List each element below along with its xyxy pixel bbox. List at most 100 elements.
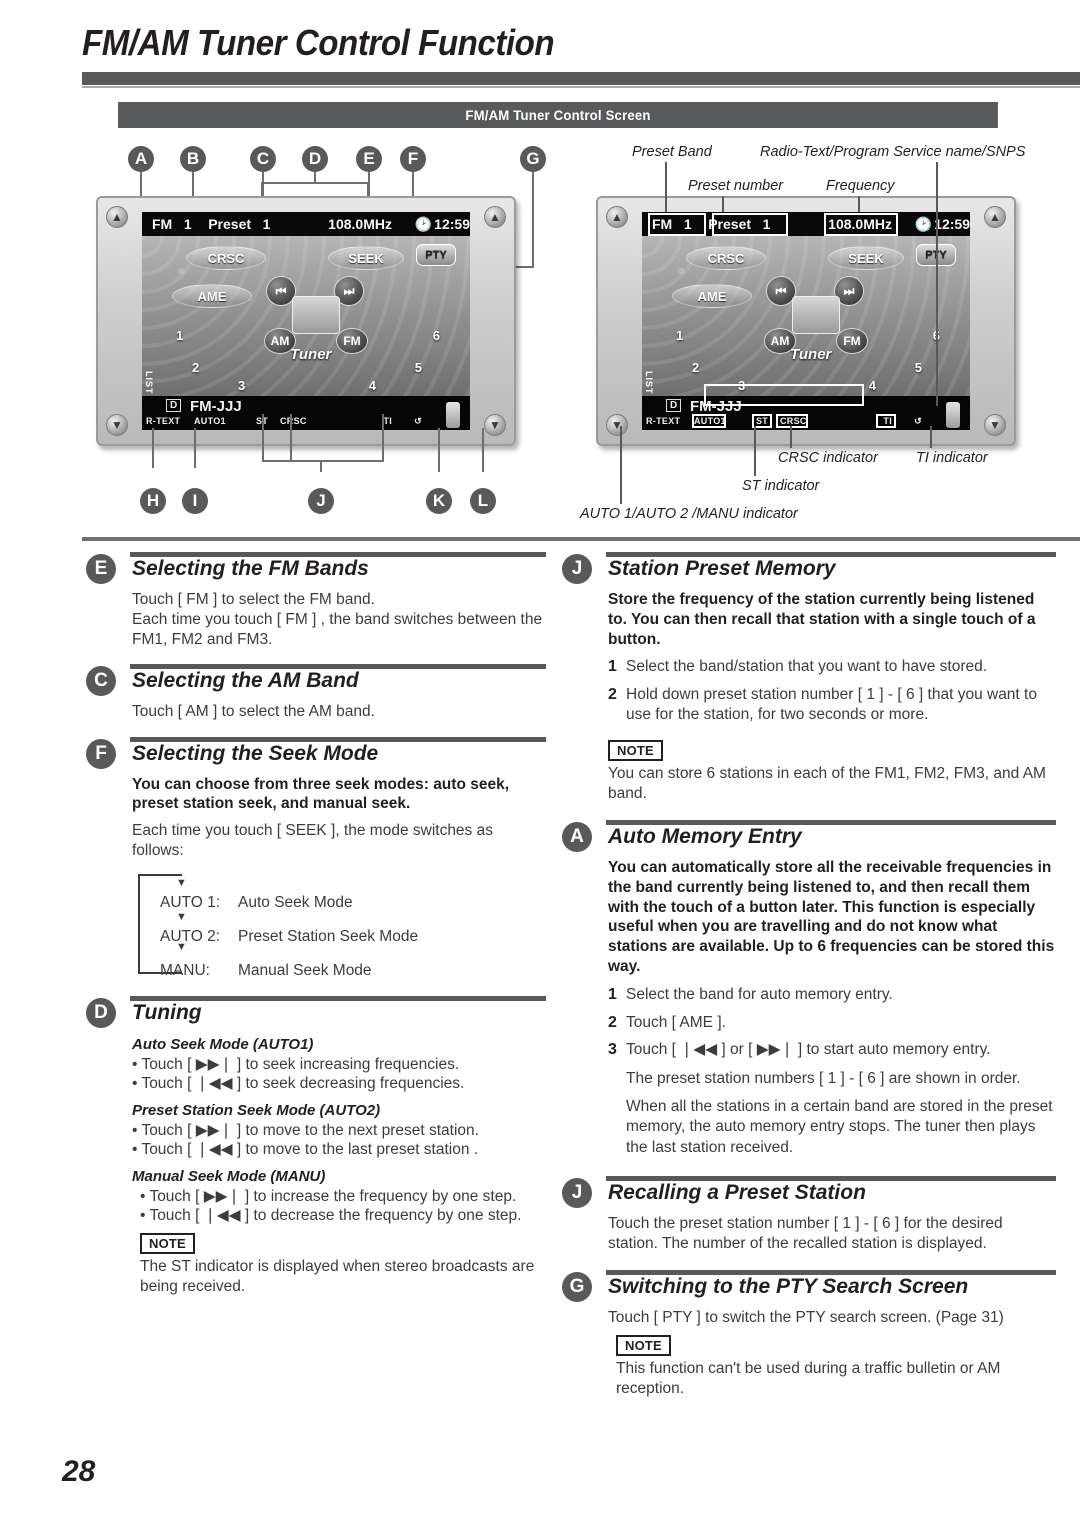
section-header: C Selecting the AM Band bbox=[86, 664, 546, 702]
paragraph: Each time you touch [ SEEK ], the mode s… bbox=[132, 822, 493, 860]
list-item-text: Touch [ ❘◀◀ ] to move to the last preset… bbox=[141, 1141, 479, 1159]
callout-a: A bbox=[128, 146, 154, 172]
paragraph: Touch the preset station number [ 1 ] - … bbox=[608, 1214, 1003, 1252]
seek-mode-flow-diagram: ▼ AUTO 1: Auto Seek Mode ▼ AUTO 2: Prese… bbox=[132, 873, 546, 979]
tuner-device-right: ▲ ▲ ▼ ▼ FM 1 Preset 1 108.0MHz 🕑 12:59 C… bbox=[596, 196, 1016, 446]
fm-button-r[interactable]: FM bbox=[836, 328, 868, 354]
flow-row: AUTO 1: Auto Seek Mode bbox=[138, 882, 546, 912]
preset-btn-6[interactable]: 6 bbox=[433, 328, 440, 343]
bezel-dn-right-icon-r[interactable]: ▼ bbox=[984, 414, 1006, 436]
section-header: J Station Preset Memory bbox=[562, 552, 1056, 590]
list-tab-r[interactable]: LIST bbox=[644, 371, 654, 395]
step-text: Select the band for auto memory entry. bbox=[626, 985, 893, 1003]
crsc-button-r[interactable]: CRSC bbox=[686, 246, 766, 270]
bezel-up-right-icon-r[interactable]: ▲ bbox=[984, 206, 1006, 228]
callout-d: D bbox=[302, 146, 328, 172]
preset-btn-1-r[interactable]: 1 bbox=[676, 328, 683, 343]
repeat-icon[interactable]: ↺ bbox=[414, 416, 422, 427]
leader-j1 bbox=[262, 414, 264, 462]
section-body: Touch [ PTY ] to switch the PTY search s… bbox=[562, 1308, 1056, 1399]
bullet-list: • Touch [ ▶▶❘ ] to increase the frequency… bbox=[132, 1187, 546, 1226]
leader-frequency bbox=[858, 196, 860, 212]
lcd-status-bar-left: FM 1 Preset 1 108.0MHz 🕑 12:59 bbox=[142, 212, 470, 236]
bold-intro: Store the frequency of the station curre… bbox=[608, 591, 1036, 648]
label-preset-band: Preset Band bbox=[632, 144, 712, 160]
leader-d-h bbox=[261, 182, 369, 184]
preset-btn-3[interactable]: 3 bbox=[238, 378, 245, 393]
paragraph: Each time you touch [ FM ] , the band sw… bbox=[132, 611, 543, 649]
preset-btn-4[interactable]: 4 bbox=[369, 378, 376, 393]
list-item: • Touch [ ❘◀◀ ] to decrease the frequency… bbox=[140, 1206, 546, 1226]
step-number: 1 bbox=[608, 985, 617, 1003]
station-name: FM-JJJ bbox=[190, 398, 242, 415]
bezel-dn-left-icon[interactable]: ▼ bbox=[106, 414, 128, 436]
preset-btn-1[interactable]: 1 bbox=[176, 328, 183, 343]
preset-btn-4-r[interactable]: 4 bbox=[869, 378, 876, 393]
section-title: Selecting the Seek Mode bbox=[132, 741, 379, 765]
section-header: G Switching to the PTY Search Screen bbox=[562, 1270, 1056, 1308]
list-item-text: Touch [ ▶▶❘ ] to seek increasing frequen… bbox=[141, 1055, 460, 1073]
step-number: 2 bbox=[608, 1013, 617, 1031]
paragraph: The preset station numbers [ 1 ] - [ 6 ]… bbox=[626, 1070, 1021, 1088]
section-tuning: D Tuning Auto Seek Mode (AUTO1) • Touch [… bbox=[86, 995, 546, 1297]
bezel-dn-left-icon-r[interactable]: ▼ bbox=[606, 414, 628, 436]
ame-button-r[interactable]: AME bbox=[672, 284, 752, 308]
section-title: Selecting the AM Band bbox=[132, 669, 359, 693]
seek-button[interactable]: SEEK bbox=[328, 246, 404, 270]
clock-readout: 12:59 bbox=[434, 216, 470, 232]
leader-j-stub bbox=[320, 460, 322, 472]
bezel-up-left-icon[interactable]: ▲ bbox=[106, 206, 128, 228]
auto-indicator: AUTO1 bbox=[194, 416, 226, 426]
bezel-up-right-icon[interactable]: ▲ bbox=[484, 206, 506, 228]
section-title: Recalling a Preset Station bbox=[608, 1180, 866, 1204]
repeat-icon-r[interactable]: ↺ bbox=[914, 416, 922, 427]
bezel-up-left-icon-r[interactable]: ▲ bbox=[606, 206, 628, 228]
page-title: FM/AM Tuner Control Function bbox=[82, 22, 555, 63]
note-text: You can store 6 stations in each of the … bbox=[608, 764, 1046, 802]
bullet-dot-icon: • bbox=[140, 1207, 146, 1225]
section-header: F Selecting the Seek Mode bbox=[86, 736, 546, 775]
fm-button[interactable]: FM bbox=[336, 328, 368, 354]
pencil-icon[interactable] bbox=[446, 402, 460, 428]
list-item: • Touch [ ❘◀◀ ] to seek decreasing freque… bbox=[132, 1074, 546, 1094]
preset-btn-2[interactable]: 2 bbox=[192, 360, 199, 375]
lcd-screen-left: FM 1 Preset 1 108.0MHz 🕑 12:59 CRSC SEEK… bbox=[142, 212, 470, 430]
hl-preset-band bbox=[648, 213, 706, 236]
list-tab[interactable]: LIST bbox=[144, 371, 154, 395]
disc-badge: D bbox=[166, 399, 182, 412]
list-item: 2 Touch [ AME ]. bbox=[608, 1013, 1056, 1034]
preset-btn-2-r[interactable]: 2 bbox=[692, 360, 699, 375]
crsc-indicator: CRSC bbox=[280, 416, 307, 426]
bold-intro: You can automatically store all the rece… bbox=[608, 858, 1055, 975]
section-title: Tuning bbox=[132, 1000, 202, 1024]
section-header: D Tuning bbox=[86, 995, 546, 1034]
flow-value: Preset Station Seek Mode bbox=[238, 927, 419, 945]
pencil-icon-r[interactable] bbox=[946, 402, 960, 428]
page-number: 28 bbox=[62, 1455, 96, 1488]
note-text: This function can't be used during a tra… bbox=[616, 1360, 1001, 1398]
section-selecting-fm-bands: E Selecting the FM Bands Touch [ FM ] to… bbox=[86, 552, 546, 650]
section-switching-pty-search: G Switching to the PTY Search Screen Tou… bbox=[562, 1270, 1056, 1399]
crsc-button[interactable]: CRSC bbox=[186, 246, 266, 270]
bezel-dn-right-icon[interactable]: ▼ bbox=[484, 414, 506, 436]
hl-frequency bbox=[824, 213, 898, 236]
section-body: Auto Seek Mode (AUTO1) • Touch [ ▶▶❘ ] to… bbox=[86, 1036, 546, 1297]
label-crsc-indicator: CRSC indicator bbox=[778, 450, 878, 466]
disc-badge-r: D bbox=[666, 399, 682, 412]
callout-f: F bbox=[400, 146, 426, 172]
note-text: The ST indicator is displayed when stere… bbox=[140, 1257, 535, 1295]
label-frequency: Frequency bbox=[826, 178, 895, 194]
tuner-label-r: Tuner bbox=[790, 346, 832, 363]
preset-label: Preset bbox=[208, 216, 252, 232]
preset-btn-5-r[interactable]: 5 bbox=[915, 360, 922, 375]
lcd-screen-right: FM 1 Preset 1 108.0MHz 🕑 12:59 CRSC SEEK… bbox=[642, 212, 970, 430]
preset-btn-5[interactable]: 5 bbox=[415, 360, 422, 375]
leader-crsc-indicator bbox=[790, 426, 792, 448]
lcd-main-right: CRSC SEEK PTY AME ⏮ ⏭ AM FM Tuner 1 2 3 … bbox=[642, 236, 970, 396]
ame-button[interactable]: AME bbox=[172, 284, 252, 308]
bullet-list: • Touch [ ▶▶❘ ] to move to the next prese… bbox=[132, 1121, 546, 1160]
seek-button-r[interactable]: SEEK bbox=[828, 246, 904, 270]
leader-l bbox=[482, 428, 484, 472]
leader-preset-number bbox=[722, 196, 724, 212]
pty-button[interactable]: PTY bbox=[416, 244, 456, 266]
